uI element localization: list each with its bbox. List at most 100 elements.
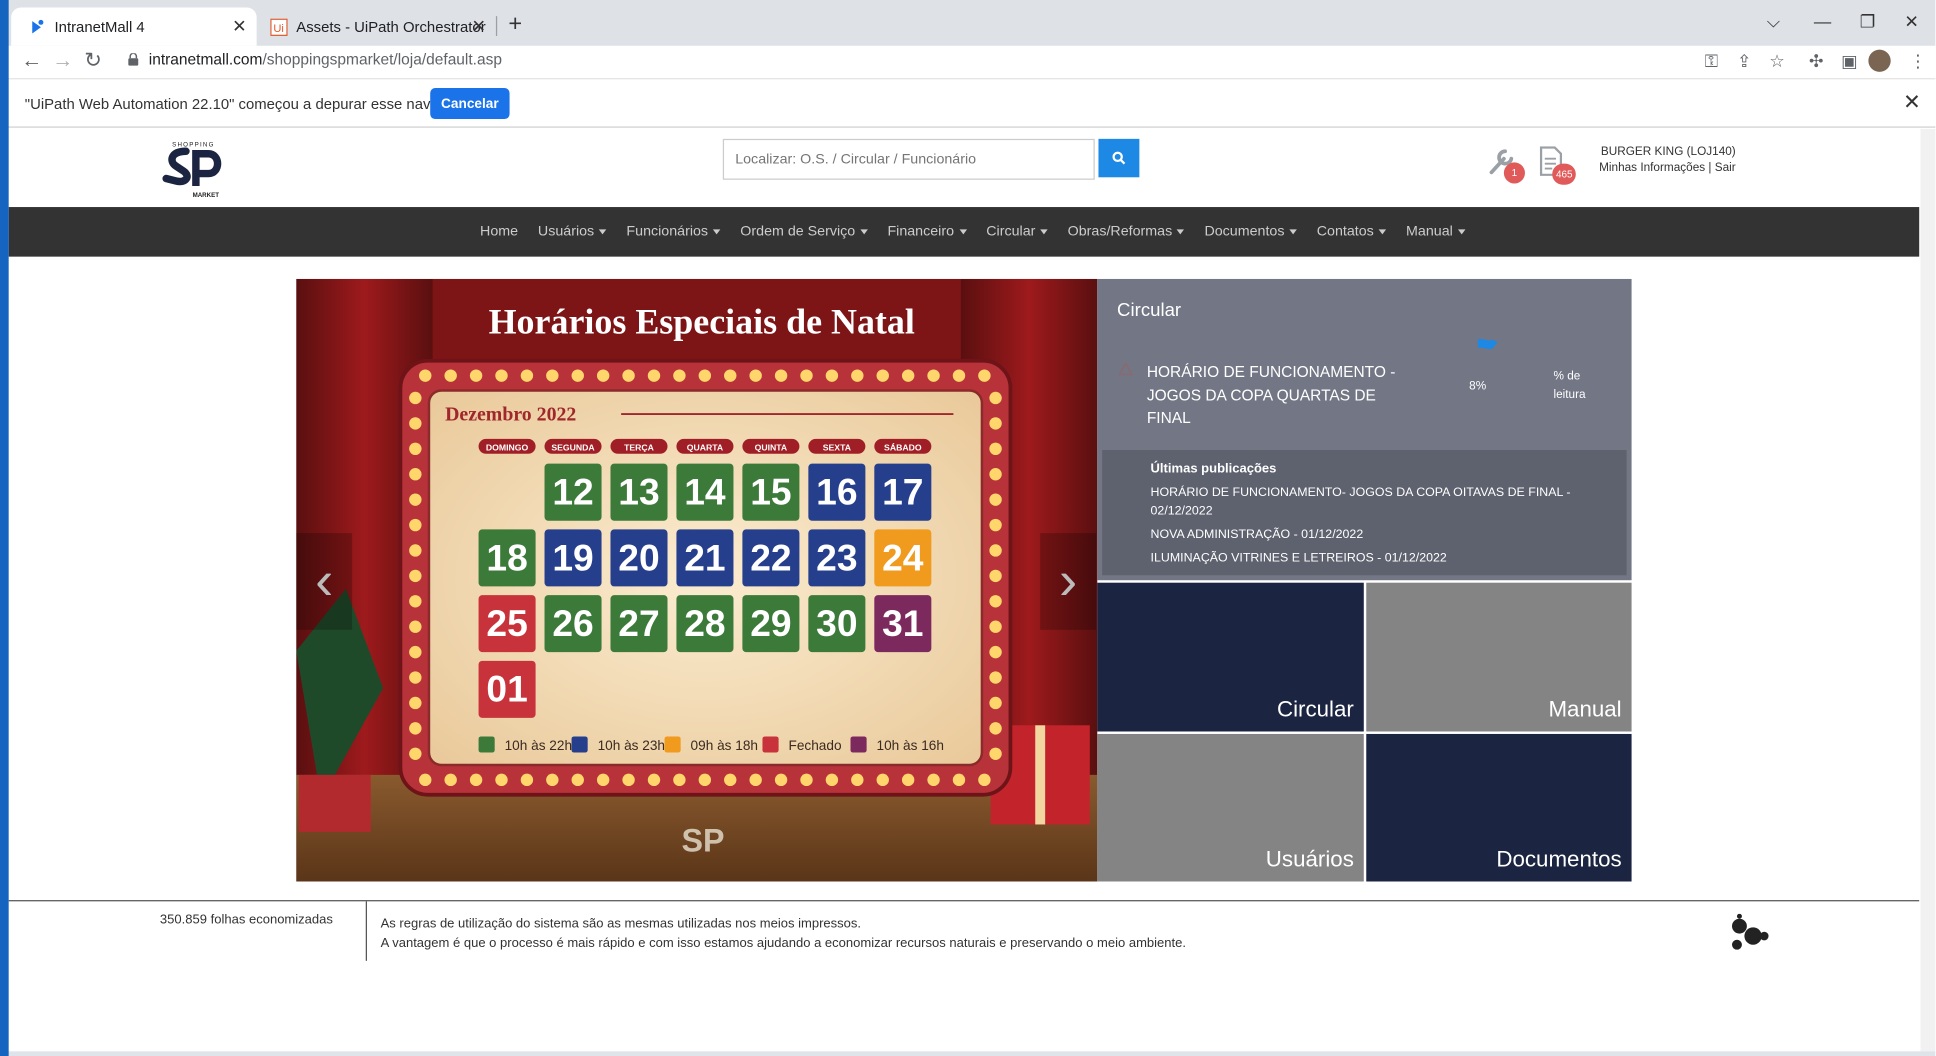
uipath-tab-icon — [32, 19, 44, 33]
tab-search-icon[interactable]: ⌵ — [1767, 11, 1780, 32]
caret-down-icon — [1040, 229, 1048, 235]
marquee-bulb — [495, 773, 508, 787]
caret-down-icon — [1289, 229, 1297, 235]
close-tab-icon[interactable]: ✕ — [232, 16, 247, 37]
marquee-bulb — [825, 369, 839, 382]
svg-text:18: 18 — [486, 536, 527, 578]
menu-item-ordem-de-servi-o[interactable]: Ordem de Serviço — [730, 224, 877, 239]
restore-icon[interactable]: ❐ — [1860, 11, 1876, 32]
calendar-day: 24 — [874, 529, 932, 587]
banner-month: Dezembro 2022 — [445, 403, 576, 425]
carousel-prev-button[interactable]: ‹ — [296, 533, 353, 630]
calendar-day: 27 — [610, 595, 668, 653]
weekday-label: TERÇA — [610, 438, 668, 454]
marquee-bulb — [409, 595, 422, 608]
banner-carousel[interactable]: Horários Especiais de Natal Dezembro 202… — [296, 278, 1098, 882]
share-icon[interactable]: ⇪ — [1737, 51, 1752, 72]
marquee-bulb — [409, 620, 422, 633]
ui-orchestrator-icon: Ui — [270, 17, 288, 36]
cancel-debug-button[interactable]: Cancelar — [430, 88, 510, 120]
marquee-bulb — [546, 369, 559, 382]
weekday-label: QUINTA — [742, 438, 800, 454]
extensions-icon[interactable]: ✣ — [1809, 51, 1824, 72]
svg-text:SHOPPING: SHOPPING — [172, 141, 215, 148]
latest-publication-item[interactable]: NOVA ADMINISTRAÇÃO - 01/12/2022 — [1151, 526, 1597, 545]
close-tab-icon[interactable]: ✕ — [471, 16, 486, 37]
read-percentage: 8% — [1469, 379, 1487, 394]
search-button[interactable] — [1098, 138, 1140, 178]
my-info-link[interactable]: Minhas Informações — [1599, 161, 1705, 175]
marquee-bulb — [546, 773, 559, 787]
svg-text:20: 20 — [618, 536, 659, 578]
minimize-icon[interactable]: — — [1814, 11, 1831, 31]
menu-item-label: Manual — [1406, 224, 1453, 240]
calendar-day: 17 — [874, 463, 932, 521]
page-scrollbar[interactable] — [1920, 128, 1936, 1052]
tile-usuarios[interactable]: Usuários — [1097, 733, 1364, 882]
profile-avatar[interactable] — [1868, 49, 1891, 72]
svg-text:30: 30 — [816, 602, 857, 644]
marquee-bulb — [444, 773, 457, 787]
carousel-next-button[interactable]: › — [1040, 533, 1096, 630]
address-bar[interactable]: intranetmall.com/shoppingspmarket/loja/d… — [149, 51, 502, 68]
menu-item-documentos[interactable]: Documentos — [1195, 224, 1307, 239]
marquee-bulb — [698, 369, 712, 382]
menu-item-label: Contatos — [1316, 224, 1374, 240]
marquee-bulb — [851, 369, 864, 382]
new-tab-button[interactable]: + — [508, 11, 522, 38]
browser-tab-intranetmall[interactable]: IntranetMall 4 ✕ — [11, 7, 257, 46]
marquee-bulb — [749, 773, 762, 787]
svg-text:25: 25 — [486, 602, 527, 644]
menu-item-contatos[interactable]: Contatos — [1307, 224, 1396, 239]
tile-manual[interactable]: Manual — [1366, 582, 1632, 732]
svg-text:SÁBADO: SÁBADO — [884, 443, 922, 453]
svg-text:10h às 16h: 10h às 16h — [877, 738, 944, 753]
infobar-close-icon[interactable]: ✕ — [1903, 91, 1921, 116]
marquee-bulb — [409, 518, 422, 532]
marquee-bulb — [409, 645, 422, 659]
tools-button[interactable]: 1 — [1487, 148, 1525, 184]
marquee-bulb — [409, 468, 422, 481]
marquee-bulb — [469, 369, 483, 382]
calendar-day: 21 — [676, 529, 734, 587]
marquee-bulb — [647, 369, 661, 382]
latest-publication-item[interactable]: HORÁRIO DE FUNCIONAMENTO- JOGOS DA COPA … — [1151, 484, 1597, 521]
tile-documentos[interactable]: Documentos — [1366, 733, 1632, 882]
reload-icon[interactable]: ↻ — [84, 48, 102, 73]
menu-item-usu-rios[interactable]: Usuários — [528, 224, 617, 239]
latest-publications: Últimas publicações HORÁRIO DE FUNCIONAM… — [1102, 450, 1627, 576]
menu-item-home[interactable]: Home — [470, 224, 528, 239]
intranet-logo-icon[interactable] — [1727, 913, 1769, 954]
bookmark-star-icon[interactable]: ☆ — [1769, 51, 1785, 72]
latest-publication-item[interactable]: ILUMINAÇÃO VITRINES E LETREIROS - 01/12/… — [1151, 549, 1597, 568]
menu-item-funcion-rios[interactable]: Funcionários — [617, 224, 731, 239]
shopping-sp-market-logo[interactable]: SHOPPING MARKET — [161, 139, 225, 201]
marquee-bulb — [989, 595, 1002, 608]
forward-icon[interactable]: → — [52, 48, 73, 73]
url-host: intranetmall.com — [148, 50, 263, 69]
svg-text:29: 29 — [750, 602, 791, 644]
menu-item-financeiro[interactable]: Financeiro — [878, 224, 977, 239]
caret-down-icon — [713, 229, 721, 235]
browser-tab-orchestrator[interactable]: Ui Assets - UiPath Orchestrator ✕ — [260, 7, 496, 45]
svg-text:01: 01 — [486, 668, 527, 710]
browser-menu-icon[interactable]: ⋮ — [1909, 51, 1926, 72]
documents-button[interactable]: 465 — [1539, 146, 1577, 185]
tile-circular[interactable]: Circular — [1097, 582, 1364, 732]
circular-item-link[interactable]: HORÁRIO DE FUNCIONAMENTO - JOGOS DA COPA… — [1147, 361, 1407, 430]
menu-item-label: Obras/Reformas — [1067, 224, 1173, 240]
menu-item-circular[interactable]: Circular — [976, 224, 1057, 239]
search-input[interactable] — [722, 138, 1095, 180]
logout-link[interactable]: Sair — [1715, 161, 1736, 175]
lock-icon — [128, 53, 139, 66]
marquee-bulb — [989, 696, 1002, 710]
browser-tab-strip: IntranetMall 4 ✕ Ui Assets - UiPath Orch… — [0, 0, 1936, 46]
key-icon[interactable]: ⚿ — [1705, 51, 1718, 72]
menu-item-obras-reformas[interactable]: Obras/Reformas — [1058, 224, 1195, 239]
main-menu: Home Usuários Funcionários Ordem de Serviço… — [8, 207, 1920, 257]
back-icon[interactable]: ← — [21, 48, 42, 73]
window-close-icon[interactable]: ✕ — [1904, 11, 1919, 32]
menu-item-manual[interactable]: Manual — [1396, 224, 1475, 239]
circular-panel: Circular HORÁRIO DE FUNCIONAMENTO - JOGO… — [1097, 278, 1632, 581]
side-panel-icon[interactable]: ▣ — [1841, 51, 1857, 72]
